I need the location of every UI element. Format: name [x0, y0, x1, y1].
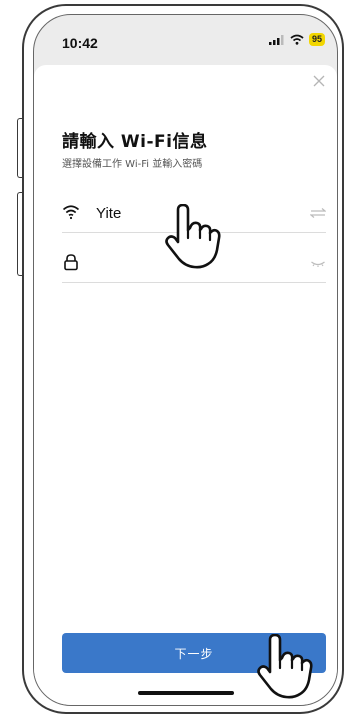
- status-icons: 95: [268, 33, 325, 46]
- status-time: 10:42: [62, 35, 98, 51]
- tap-hand-icon: [257, 634, 313, 699]
- wifi-icon: [62, 205, 80, 220]
- page-title: 請輸入 Wi-Fi信息: [62, 132, 208, 152]
- wifi-ssid: Yite: [96, 205, 122, 222]
- wifi-sheet: 請輸入 Wi-Fi信息 選擇設備工作 Wi-Fi 並輸入密碼 Yite 下一步: [34, 65, 337, 705]
- tap-hand-icon: [165, 204, 221, 269]
- eye-closed-icon[interactable]: [310, 257, 326, 269]
- home-indicator: [138, 691, 234, 695]
- switch-network-icon[interactable]: [310, 207, 326, 219]
- close-icon: [313, 75, 325, 87]
- signal-icon: [268, 34, 284, 45]
- status-bar: 10:42 95: [34, 15, 337, 59]
- lock-icon: [64, 254, 78, 271]
- battery-badge: 95: [308, 33, 325, 46]
- screenshot-stage: 10:42 95 請輸入 Wi-Fi信息 選擇設備工作 Wi-Fi 並輸入密碼 …: [0, 0, 347, 719]
- wifi-status-icon: [290, 34, 304, 45]
- phone-screen: 10:42 95 請輸入 Wi-Fi信息 選擇設備工作 Wi-Fi 並輸入密碼 …: [33, 14, 338, 706]
- page-subtitle: 選擇設備工作 Wi-Fi 並輸入密碼: [62, 159, 203, 170]
- close-button[interactable]: [309, 71, 329, 91]
